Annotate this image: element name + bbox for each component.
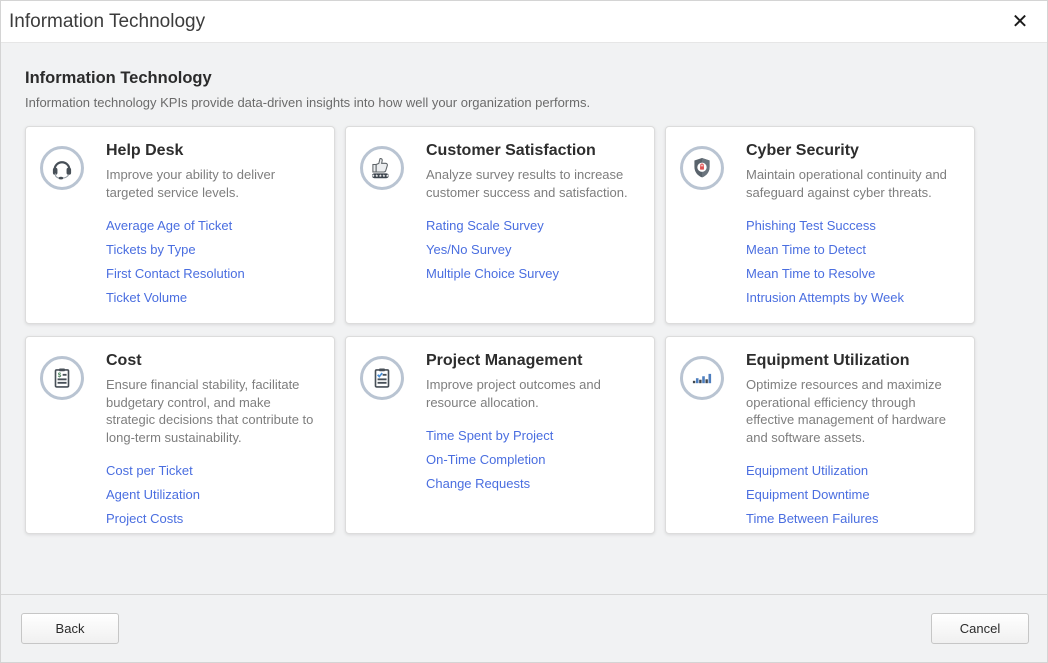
dialog-title: Information Technology (9, 11, 205, 33)
card-cost: $ Cost Ensure financial stability, facil… (25, 336, 335, 534)
card-description: Improve your ability to deliver targeted… (106, 166, 320, 201)
kpi-link[interactable]: Ticket Volume (106, 290, 320, 305)
card-help-desk: Help Desk Improve your ability to delive… (25, 126, 335, 324)
svg-text:★★★★★: ★★★★★ (371, 173, 389, 178)
kpi-link[interactable]: Rating Scale Survey (426, 218, 640, 233)
information-technology-dialog: Information Technology ✕ Information Tec… (0, 0, 1048, 663)
dialog-titlebar: Information Technology ✕ (1, 1, 1047, 43)
kpi-link-list: Time Spent by Project On-Time Completion… (426, 428, 640, 491)
card-title: Customer Satisfaction (426, 142, 640, 160)
card-content: Project Management Improve project outco… (426, 351, 640, 519)
card-content: Cyber Security Maintain operational cont… (746, 141, 960, 309)
card-content: Customer Satisfaction Analyze survey res… (426, 141, 640, 309)
close-icon[interactable]: ✕ (1007, 9, 1033, 35)
shield-lock-icon (680, 146, 724, 190)
card-project-management: Project Management Improve project outco… (345, 336, 655, 534)
card-content: Help Desk Improve your ability to delive… (106, 141, 320, 309)
dialog-body: Information Technology Information techn… (1, 43, 1047, 594)
card-description: Maintain operational continuity and safe… (746, 166, 960, 201)
kpi-link[interactable]: Cost per Ticket (106, 463, 320, 478)
kpi-link[interactable]: On-Time Completion (426, 452, 640, 467)
card-description: Improve project outcomes and resource al… (426, 376, 640, 411)
card-customer-satisfaction: ★★★★★ Customer Satisfaction Analyze surv… (345, 126, 655, 324)
kpi-link[interactable]: Change Requests (426, 476, 640, 491)
kpi-link[interactable]: Project Costs (106, 511, 320, 526)
clipboard-check-icon (360, 356, 404, 400)
kpi-link[interactable]: Yes/No Survey (426, 242, 640, 257)
card-content: Cost Ensure financial stability, facilit… (106, 351, 320, 519)
page-subtitle: Information technology KPIs provide data… (25, 95, 1023, 110)
card-title: Cost (106, 352, 320, 370)
card-title: Project Management (426, 352, 640, 370)
kpi-link[interactable]: Multiple Choice Survey (426, 266, 640, 281)
kpi-link[interactable]: Mean Time to Resolve (746, 266, 960, 281)
card-title: Equipment Utilization (746, 352, 960, 370)
kpi-link[interactable]: Equipment Downtime (746, 487, 960, 502)
card-cyber-security: Cyber Security Maintain operational cont… (665, 126, 975, 324)
cost-clipboard-icon: $ (40, 356, 84, 400)
back-button[interactable]: Back (21, 613, 119, 644)
kpi-link[interactable]: Average Age of Ticket (106, 218, 320, 233)
kpi-link[interactable]: Time Spent by Project (426, 428, 640, 443)
bar-chart-icon (680, 356, 724, 400)
card-title: Cyber Security (746, 142, 960, 160)
dialog-footer: Back Cancel (1, 594, 1047, 662)
card-description: Optimize resources and maximize operatio… (746, 376, 960, 446)
kpi-link[interactable]: Equipment Utilization (746, 463, 960, 478)
kpi-link[interactable]: First Contact Resolution (106, 266, 320, 281)
kpi-link[interactable]: Time Between Failures (746, 511, 960, 526)
card-equipment-utilization: Equipment Utilization Optimize resources… (665, 336, 975, 534)
kpi-link-list: Equipment Utilization Equipment Downtime… (746, 463, 960, 526)
kpi-link-list: Rating Scale Survey Yes/No Survey Multip… (426, 218, 640, 281)
cancel-button[interactable]: Cancel (931, 613, 1029, 644)
kpi-link-list: Average Age of Ticket Tickets by Type Fi… (106, 218, 320, 305)
kpi-link-list: Cost per Ticket Agent Utilization Projec… (106, 463, 320, 526)
kpi-link[interactable]: Phishing Test Success (746, 218, 960, 233)
kpi-link[interactable]: Agent Utilization (106, 487, 320, 502)
page-title: Information Technology (25, 69, 1023, 88)
kpi-card-grid: Help Desk Improve your ability to delive… (25, 126, 1023, 534)
card-title: Help Desk (106, 142, 320, 160)
card-description: Analyze survey results to increase custo… (426, 166, 640, 201)
kpi-link-list: Phishing Test Success Mean Time to Detec… (746, 218, 960, 305)
card-content: Equipment Utilization Optimize resources… (746, 351, 960, 519)
headset-icon (40, 146, 84, 190)
kpi-link[interactable]: Intrusion Attempts by Week (746, 290, 960, 305)
thumbs-up-rating-icon: ★★★★★ (360, 146, 404, 190)
card-description: Ensure financial stability, facilitate b… (106, 376, 320, 446)
kpi-link[interactable]: Mean Time to Detect (746, 242, 960, 257)
kpi-link[interactable]: Tickets by Type (106, 242, 320, 257)
